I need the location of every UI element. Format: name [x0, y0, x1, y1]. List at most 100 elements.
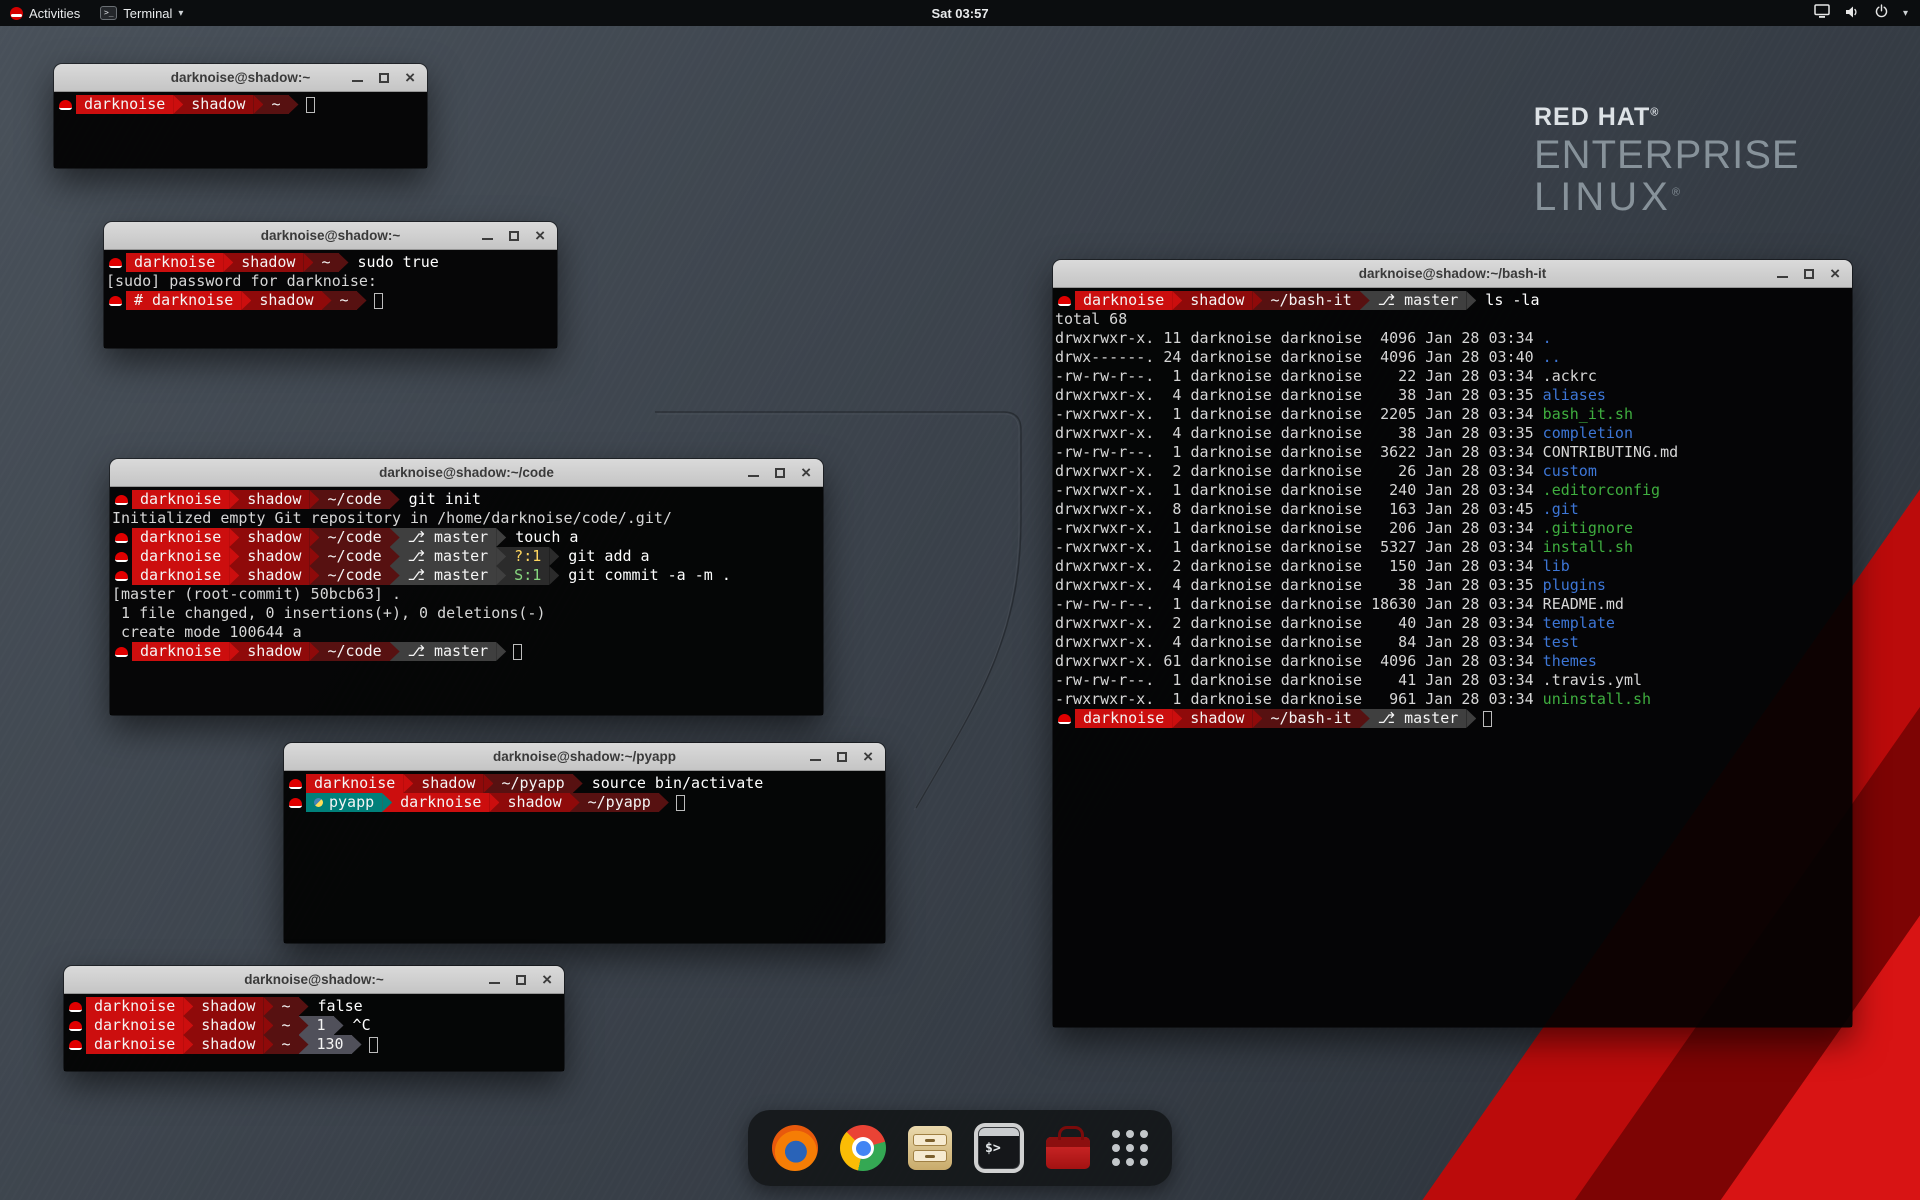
powerline-arrow	[309, 566, 319, 585]
brand-redhat: RED HAT	[1534, 103, 1650, 131]
prompt-segment: ~	[332, 291, 357, 310]
terminal-window[interactable]: darknoise@shadow:~/pyapp × darknoiseshad…	[284, 743, 885, 943]
terminal-body[interactable]: darknoiseshadow~/code git initInitialize…	[110, 487, 823, 715]
redhat-prompt-icon	[115, 571, 128, 581]
display-icon[interactable]	[1814, 4, 1830, 22]
terminal-line: darknoiseshadow~/code⎇ master touch a	[112, 528, 821, 547]
powerline-arrow	[229, 547, 239, 566]
window-titlebar[interactable]: darknoise@shadow:~/bash-it ×	[1053, 260, 1852, 288]
maximize-button[interactable]	[379, 73, 389, 83]
terminal-window[interactable]: darknoise@shadow:~ × darknoiseshadow~ su…	[104, 222, 557, 348]
powerline-arrow	[1252, 709, 1262, 728]
maximize-button[interactable]	[516, 975, 526, 985]
terminal-window[interactable]: darknoise@shadow:~ × darknoiseshadow~	[54, 64, 427, 168]
window-titlebar[interactable]: darknoise@shadow:~/code ×	[110, 459, 823, 487]
terminal-text: aliases	[1543, 386, 1606, 405]
prompt-segment: darknoise	[132, 490, 229, 509]
minimize-button[interactable]	[810, 759, 821, 761]
powerline-arrow	[339, 253, 349, 272]
chevron-down-icon[interactable]: ▾	[1903, 8, 1908, 19]
terminal-text: drwxrwxr-x. 2 darknoise darknoise 150 Ja…	[1055, 557, 1543, 576]
brand-linux: LINUX	[1534, 175, 1672, 219]
window-titlebar[interactable]: darknoise@shadow:~ ×	[54, 64, 427, 92]
maximize-button[interactable]	[775, 468, 785, 478]
terminal-icon[interactable]: $>	[974, 1123, 1024, 1173]
powerline-arrow	[309, 528, 319, 547]
terminal-text: drwx------. 24 darknoise darknoise 4096 …	[1055, 348, 1543, 367]
maximize-button[interactable]	[509, 231, 519, 241]
grid-dot	[1140, 1130, 1148, 1138]
terminal-line: -rwxrwxr-x. 1 darknoise darknoise 240 Ja…	[1055, 481, 1850, 500]
window-titlebar[interactable]: darknoise@shadow:~ ×	[104, 222, 557, 250]
minimize-button[interactable]	[1777, 276, 1788, 278]
powerline-arrow	[309, 642, 319, 661]
terminal-window[interactable]: darknoise@shadow:~/code × darknoiseshado…	[110, 459, 823, 715]
terminal-body[interactable]: darknoiseshadow~ falsedarknoiseshadow~1 …	[64, 994, 564, 1071]
activities-button[interactable]: Activities	[0, 0, 90, 26]
close-button[interactable]: ×	[1830, 267, 1840, 281]
minimize-button[interactable]	[352, 80, 363, 82]
top-bar: Activities >_ Terminal ▾ Sat 03:57 ▾	[0, 0, 1920, 26]
powerline-arrow	[570, 793, 580, 812]
minimize-button[interactable]	[748, 475, 759, 477]
terminal-cursor	[1483, 711, 1492, 727]
prompt-segment: 1	[309, 1016, 334, 1035]
terminal-body[interactable]: darknoiseshadow~/pyapp source bin/activa…	[284, 771, 885, 943]
powerline-arrow	[173, 95, 183, 114]
volume-icon[interactable]	[1844, 4, 1860, 23]
terminal-body[interactable]: darknoiseshadow~	[54, 92, 427, 168]
prompt-segment: ~	[313, 253, 338, 272]
close-button[interactable]: ×	[542, 973, 552, 987]
close-button[interactable]: ×	[535, 229, 545, 243]
terminal-window[interactable]: darknoise@shadow:~ × darknoiseshadow~ fa…	[64, 966, 564, 1071]
clock[interactable]: Sat 03:57	[0, 6, 1920, 21]
terminal-text: ^C	[344, 1016, 371, 1035]
close-button[interactable]: ×	[405, 71, 415, 85]
prompt-segment: shadow	[233, 253, 303, 272]
grid-dot	[1112, 1158, 1120, 1166]
powerline-arrow	[299, 997, 309, 1016]
terminal-body[interactable]: darknoiseshadow~/bash-it⎇ master ls -lat…	[1053, 288, 1852, 1027]
toolbox-icon[interactable]	[1046, 1127, 1090, 1169]
terminal-line: darknoiseshadow~/code⎇ masterS:1 git com…	[112, 566, 821, 585]
firefox-icon[interactable]	[772, 1125, 818, 1171]
chrome-logo	[840, 1125, 886, 1171]
prompt-segment: ~/pyapp	[493, 774, 572, 793]
prompt-segment: 130	[309, 1035, 352, 1054]
chrome-icon[interactable]	[840, 1125, 886, 1171]
close-button[interactable]: ×	[863, 750, 873, 764]
chevron-down-icon: ▾	[178, 8, 183, 19]
terminal-line: drwxrwxr-x. 2 darknoise darknoise 40 Jan…	[1055, 614, 1850, 633]
terminal-line: drwxrwxr-x. 4 darknoise darknoise 38 Jan…	[1055, 576, 1850, 595]
minimize-button[interactable]	[489, 982, 500, 984]
terminal-line: drwxrwxr-x. 2 darknoise darknoise 150 Ja…	[1055, 557, 1850, 576]
redhat-prompt-icon	[1058, 714, 1071, 724]
terminal-body[interactable]: darknoiseshadow~ sudo true[sudo] passwor…	[104, 250, 557, 348]
app-grid-icon[interactable]	[1112, 1130, 1148, 1166]
terminal-text: test	[1543, 633, 1579, 652]
files-icon[interactable]	[908, 1126, 952, 1170]
maximize-button[interactable]	[1804, 269, 1814, 279]
minimize-button[interactable]	[482, 238, 493, 240]
powerline-arrow	[309, 547, 319, 566]
powerline-arrow	[322, 291, 332, 310]
window-titlebar[interactable]: darknoise@shadow:~ ×	[64, 966, 564, 994]
terminal-line: -rwxrwxr-x. 1 darknoise darknoise 206 Ja…	[1055, 519, 1850, 538]
terminal-text: -rwxrwxr-x. 1 darknoise darknoise 240 Ja…	[1055, 481, 1543, 500]
powerline-arrow	[1172, 291, 1182, 310]
terminal-line: drwxrwxr-x. 8 darknoise darknoise 163 Ja…	[1055, 500, 1850, 519]
redhat-prompt-icon	[69, 1002, 82, 1012]
grid-dot	[1126, 1158, 1134, 1166]
prompt-segment: ⎇ master	[400, 642, 497, 661]
window-titlebar[interactable]: darknoise@shadow:~/pyapp ×	[284, 743, 885, 771]
maximize-button[interactable]	[837, 752, 847, 762]
prompt-segment: shadow	[499, 793, 569, 812]
powerline-arrow	[334, 1016, 344, 1035]
grid-dot	[1112, 1144, 1120, 1152]
terminal-window[interactable]: darknoise@shadow:~/bash-it × darknoisesh…	[1053, 260, 1852, 1027]
close-button[interactable]: ×	[801, 466, 811, 480]
prompt-segment: ~/code	[319, 642, 389, 661]
power-icon[interactable]	[1874, 4, 1889, 22]
terminal-text: drwxrwxr-x. 61 darknoise darknoise 4096 …	[1055, 652, 1543, 671]
app-menu-terminal[interactable]: >_ Terminal ▾	[90, 0, 193, 26]
